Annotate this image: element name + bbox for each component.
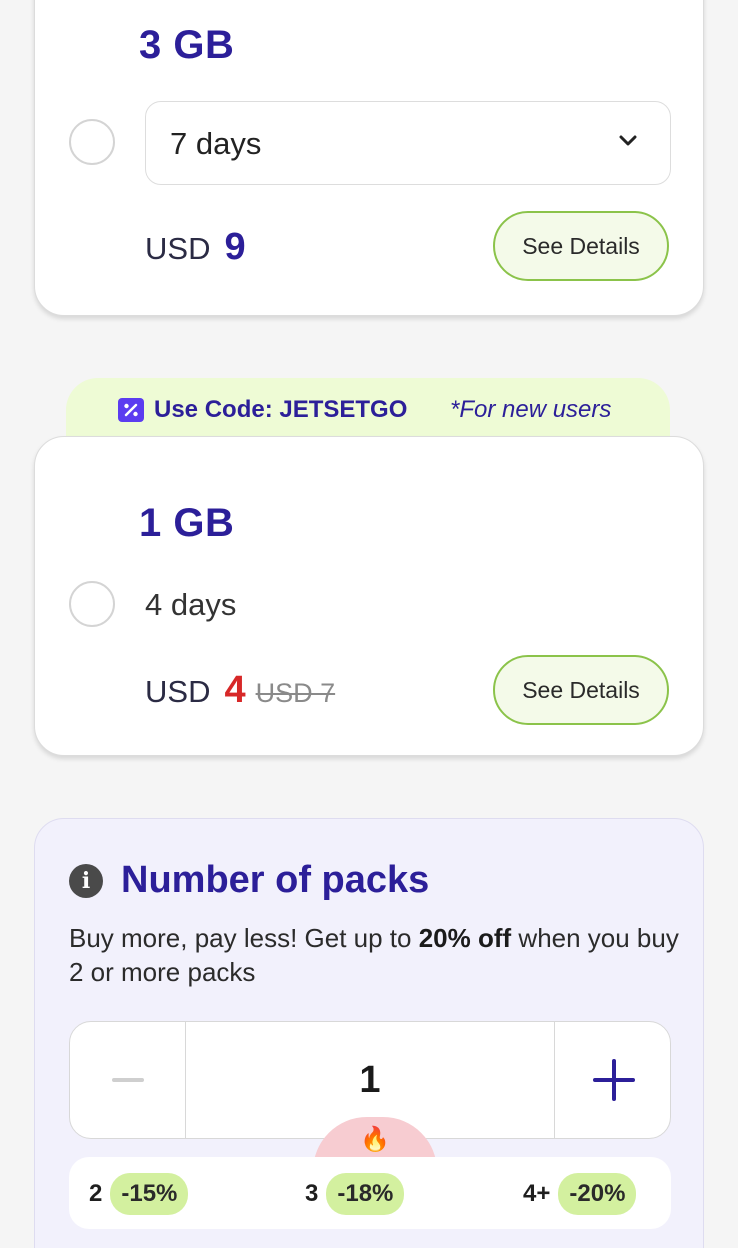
- packs-desc-highlight: 20% off: [418, 923, 512, 953]
- promo-code: Use Code: JETSETGO: [118, 396, 407, 424]
- discount-tier: 2 -15%: [89, 1173, 189, 1215]
- price-amount: 9: [224, 226, 246, 268]
- plan-card-3gb[interactable]: 3 GB 7 days USD 9 See Details: [34, 0, 704, 316]
- chevron-down-icon: [619, 135, 637, 146]
- discount-tier: 4+ -20%: [523, 1173, 637, 1215]
- plan-size: 1 GB: [139, 501, 235, 545]
- plan-size: 3 GB: [139, 23, 235, 67]
- duration-select-value: 7 days: [170, 126, 262, 161]
- plan-duration: 4 days: [145, 587, 237, 622]
- price-currency: USD: [145, 231, 211, 266]
- plan-radio[interactable]: [69, 119, 115, 165]
- tier-quantity: 2: [89, 1180, 103, 1207]
- minus-icon: [111, 1078, 144, 1082]
- price-amount: 4: [224, 669, 246, 711]
- promo-code-label: Use Code: JETSETGO: [154, 396, 408, 423]
- plan-card-1gb[interactable]: 1 GB 4 days USD 4 USD 7 See Details: [34, 436, 704, 756]
- packs-desc-prefix: Buy more, pay less! Get up to: [69, 923, 419, 953]
- decrement-button[interactable]: [70, 1022, 186, 1138]
- packs-title: Number of packs: [121, 859, 430, 901]
- percent-icon: [118, 398, 144, 422]
- increment-button[interactable]: [554, 1022, 670, 1138]
- discount-tier: 3 -18%: [305, 1173, 405, 1215]
- info-icon[interactable]: i: [69, 863, 103, 898]
- duration-select[interactable]: 7 days: [145, 101, 671, 185]
- see-details-button[interactable]: See Details: [493, 211, 669, 281]
- price-currency: USD: [145, 674, 211, 709]
- see-details-button[interactable]: See Details: [493, 655, 669, 725]
- plan-radio[interactable]: [69, 581, 115, 627]
- tier-quantity: 3: [305, 1180, 319, 1207]
- tier-discount-badge: -18%: [326, 1173, 405, 1215]
- tier-quantity: 4+: [523, 1180, 551, 1207]
- original-price: USD 7: [255, 678, 336, 708]
- tier-discount-badge: -20%: [558, 1173, 637, 1215]
- page: 3 GB 7 days USD 9 See Details Use Code: …: [0, 0, 738, 1248]
- packs-description: Buy more, pay less! Get up to 20% off wh…: [69, 921, 689, 989]
- promo-note: *For new users: [450, 396, 612, 423]
- plan-price: USD 4 USD 7: [145, 669, 335, 712]
- plan-price: USD 9: [145, 226, 246, 269]
- packs-section: i Number of packs Buy more, pay less! Ge…: [34, 818, 704, 1248]
- packs-header: i Number of packs: [69, 859, 429, 902]
- tier-discount-badge: -15%: [110, 1173, 189, 1215]
- discount-tiers: 2 -15% 3 -18% 4+ -20%: [69, 1157, 671, 1229]
